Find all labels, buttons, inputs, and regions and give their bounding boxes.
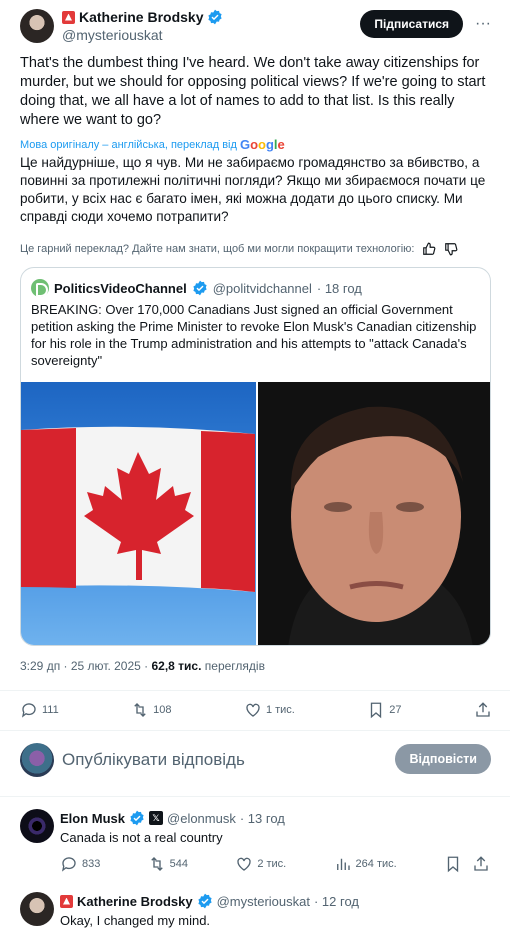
tweet-meta: 3:29 дп · 25 лют. 2025 · 62,8 тис. перег… (20, 659, 265, 673)
reply-count: 111 (42, 704, 59, 716)
reply-author-name[interactable]: Katherine Brodsky (77, 894, 193, 909)
subscribe-button[interactable]: Підписатися (360, 10, 463, 38)
views-action[interactable]: 264 тис. (334, 855, 397, 873)
reply-extra-actions (444, 855, 490, 873)
feedback-text: Це гарний переклад? Дайте нам знати, щоб… (20, 243, 415, 255)
views-label: переглядів (204, 659, 265, 673)
reply-actions: 833 544 2 тис. 264 тис. (60, 853, 490, 875)
tweet-timestamp[interactable]: 3:29 дп · 25 лют. 2025 · (20, 659, 148, 673)
bookmark-count: 27 (389, 704, 402, 716)
divider (0, 730, 510, 731)
like-count: 2 тис. (257, 858, 287, 870)
reply-icon (61, 857, 76, 872)
bookmark-action[interactable]: 27 (367, 701, 402, 719)
divider (0, 690, 510, 691)
quote-time: · 18 год (316, 280, 362, 296)
verified-badge-icon (130, 810, 144, 826)
analytics-icon (336, 858, 350, 870)
reply-input[interactable]: Опублікувати відповідь (62, 750, 245, 770)
translation-note-text: Мова оригіналу – англійська, переклад ві… (20, 138, 237, 151)
reply-author-handle: @elonmusk (167, 810, 236, 826)
share-action[interactable] (474, 701, 492, 719)
current-user-avatar[interactable] (20, 743, 54, 777)
reply-count: 833 (82, 858, 101, 870)
tweet-actions: 111 108 1 тис. 27 (20, 699, 492, 721)
quoted-tweet[interactable]: PoliticsVideoChannel @politvidchannel · … (20, 267, 491, 646)
reply-text: Canada is not a real country (60, 830, 223, 845)
reply-action[interactable]: 833 (60, 855, 100, 873)
reply-author-handle: @mysteriouskat (216, 893, 310, 909)
thumbs-down-icon[interactable] (444, 242, 458, 256)
heart-icon (237, 857, 251, 871)
bookmark-icon (371, 702, 382, 719)
repost-action[interactable]: 108 (131, 701, 172, 719)
repost-icon (150, 857, 163, 871)
portrait-graphic (257, 382, 490, 645)
reply-body: Katherine Brodsky @mysteriouskat · 12 го… (60, 892, 490, 928)
reply-time: · 12 год (313, 893, 359, 909)
like-count: 1 тис. (265, 704, 295, 716)
thumbs-up-icon[interactable] (422, 242, 436, 256)
reply-author-avatar[interactable] (20, 809, 54, 843)
verified-badge-icon (197, 893, 212, 909)
repost-action[interactable]: 544 (148, 855, 188, 873)
google-logo: Google (239, 137, 285, 152)
reply-text: Okay, I changed my mind. (60, 913, 211, 928)
x-affiliate-icon: 𝕏 (149, 811, 164, 825)
repost-icon (134, 703, 146, 717)
more-options-icon[interactable]: ··· (471, 12, 495, 36)
quote-author-handle: @politvidchannel (212, 280, 312, 296)
tweet-header: Katherine Brodsky @mysteriouskat Підписа… (20, 6, 495, 46)
translation-feedback: Це гарний переклад? Дайте нам знати, щоб… (20, 242, 490, 256)
reply-tweet[interactable]: Katherine Brodsky @mysteriouskat · 12 го… (20, 892, 492, 932)
reply-body: Elon Musk 𝕏 @elonmusk · 13 год Canada is… (60, 809, 490, 846)
heart-icon (246, 703, 260, 717)
quote-text: BREAKING: Over 170,000 Canadians Just si… (31, 302, 477, 368)
reply-submit-button[interactable]: Відповісти (395, 744, 491, 774)
translated-text: Це найдурніше, що я чув. Ми не забираємо… (20, 155, 486, 224)
verified-badge-icon (193, 280, 207, 296)
verified-badge-icon (208, 9, 223, 25)
reply-action[interactable]: 111 (20, 701, 59, 719)
flag-emoji-icon (62, 10, 75, 24)
reply-header: Elon Musk 𝕏 @elonmusk · 13 год (60, 809, 490, 827)
share-icon[interactable] (472, 855, 490, 873)
views-count: 264 тис. (355, 858, 397, 870)
author-name-row: Katherine Brodsky (62, 8, 223, 26)
translation-note[interactable]: Мова оригіналу – англійська, переклад ві… (20, 137, 285, 152)
author-info: Katherine Brodsky @mysteriouskat (62, 8, 223, 44)
author-avatar[interactable] (20, 9, 54, 43)
views-count: 62,8 тис. (151, 659, 202, 673)
divider (0, 796, 510, 797)
canada-flag-image[interactable] (21, 382, 256, 645)
flag-emoji-icon (60, 894, 73, 908)
like-action[interactable]: 1 тис. (244, 701, 295, 719)
portrait-image[interactable] (257, 382, 490, 645)
like-action[interactable]: 2 тис. (235, 855, 286, 873)
bookmark-icon[interactable] (444, 855, 462, 873)
share-icon (476, 702, 490, 717)
reply-time: · 13 год (239, 810, 285, 826)
author-name[interactable]: Katherine Brodsky (79, 8, 203, 26)
reply-icon (21, 703, 36, 718)
quote-media[interactable] (21, 382, 490, 645)
reply-author-name[interactable]: Elon Musk (60, 811, 125, 826)
author-handle[interactable]: @mysteriouskat (62, 26, 223, 44)
quote-avatar (31, 279, 49, 297)
repost-count: 544 (169, 858, 189, 870)
quote-header: PoliticsVideoChannel @politvidchannel · … (31, 278, 362, 298)
reply-header: Katherine Brodsky @mysteriouskat · 12 го… (60, 892, 490, 910)
repost-count: 108 (153, 704, 172, 716)
canada-flag-graphic (21, 426, 255, 592)
tweet-text: That's the dumbest thing I've heard. We … (20, 55, 486, 128)
reply-author-avatar[interactable] (20, 892, 54, 926)
quote-author-name: PoliticsVideoChannel (54, 280, 187, 296)
reply-composer: Опублікувати відповідь Відповісти (20, 742, 491, 778)
